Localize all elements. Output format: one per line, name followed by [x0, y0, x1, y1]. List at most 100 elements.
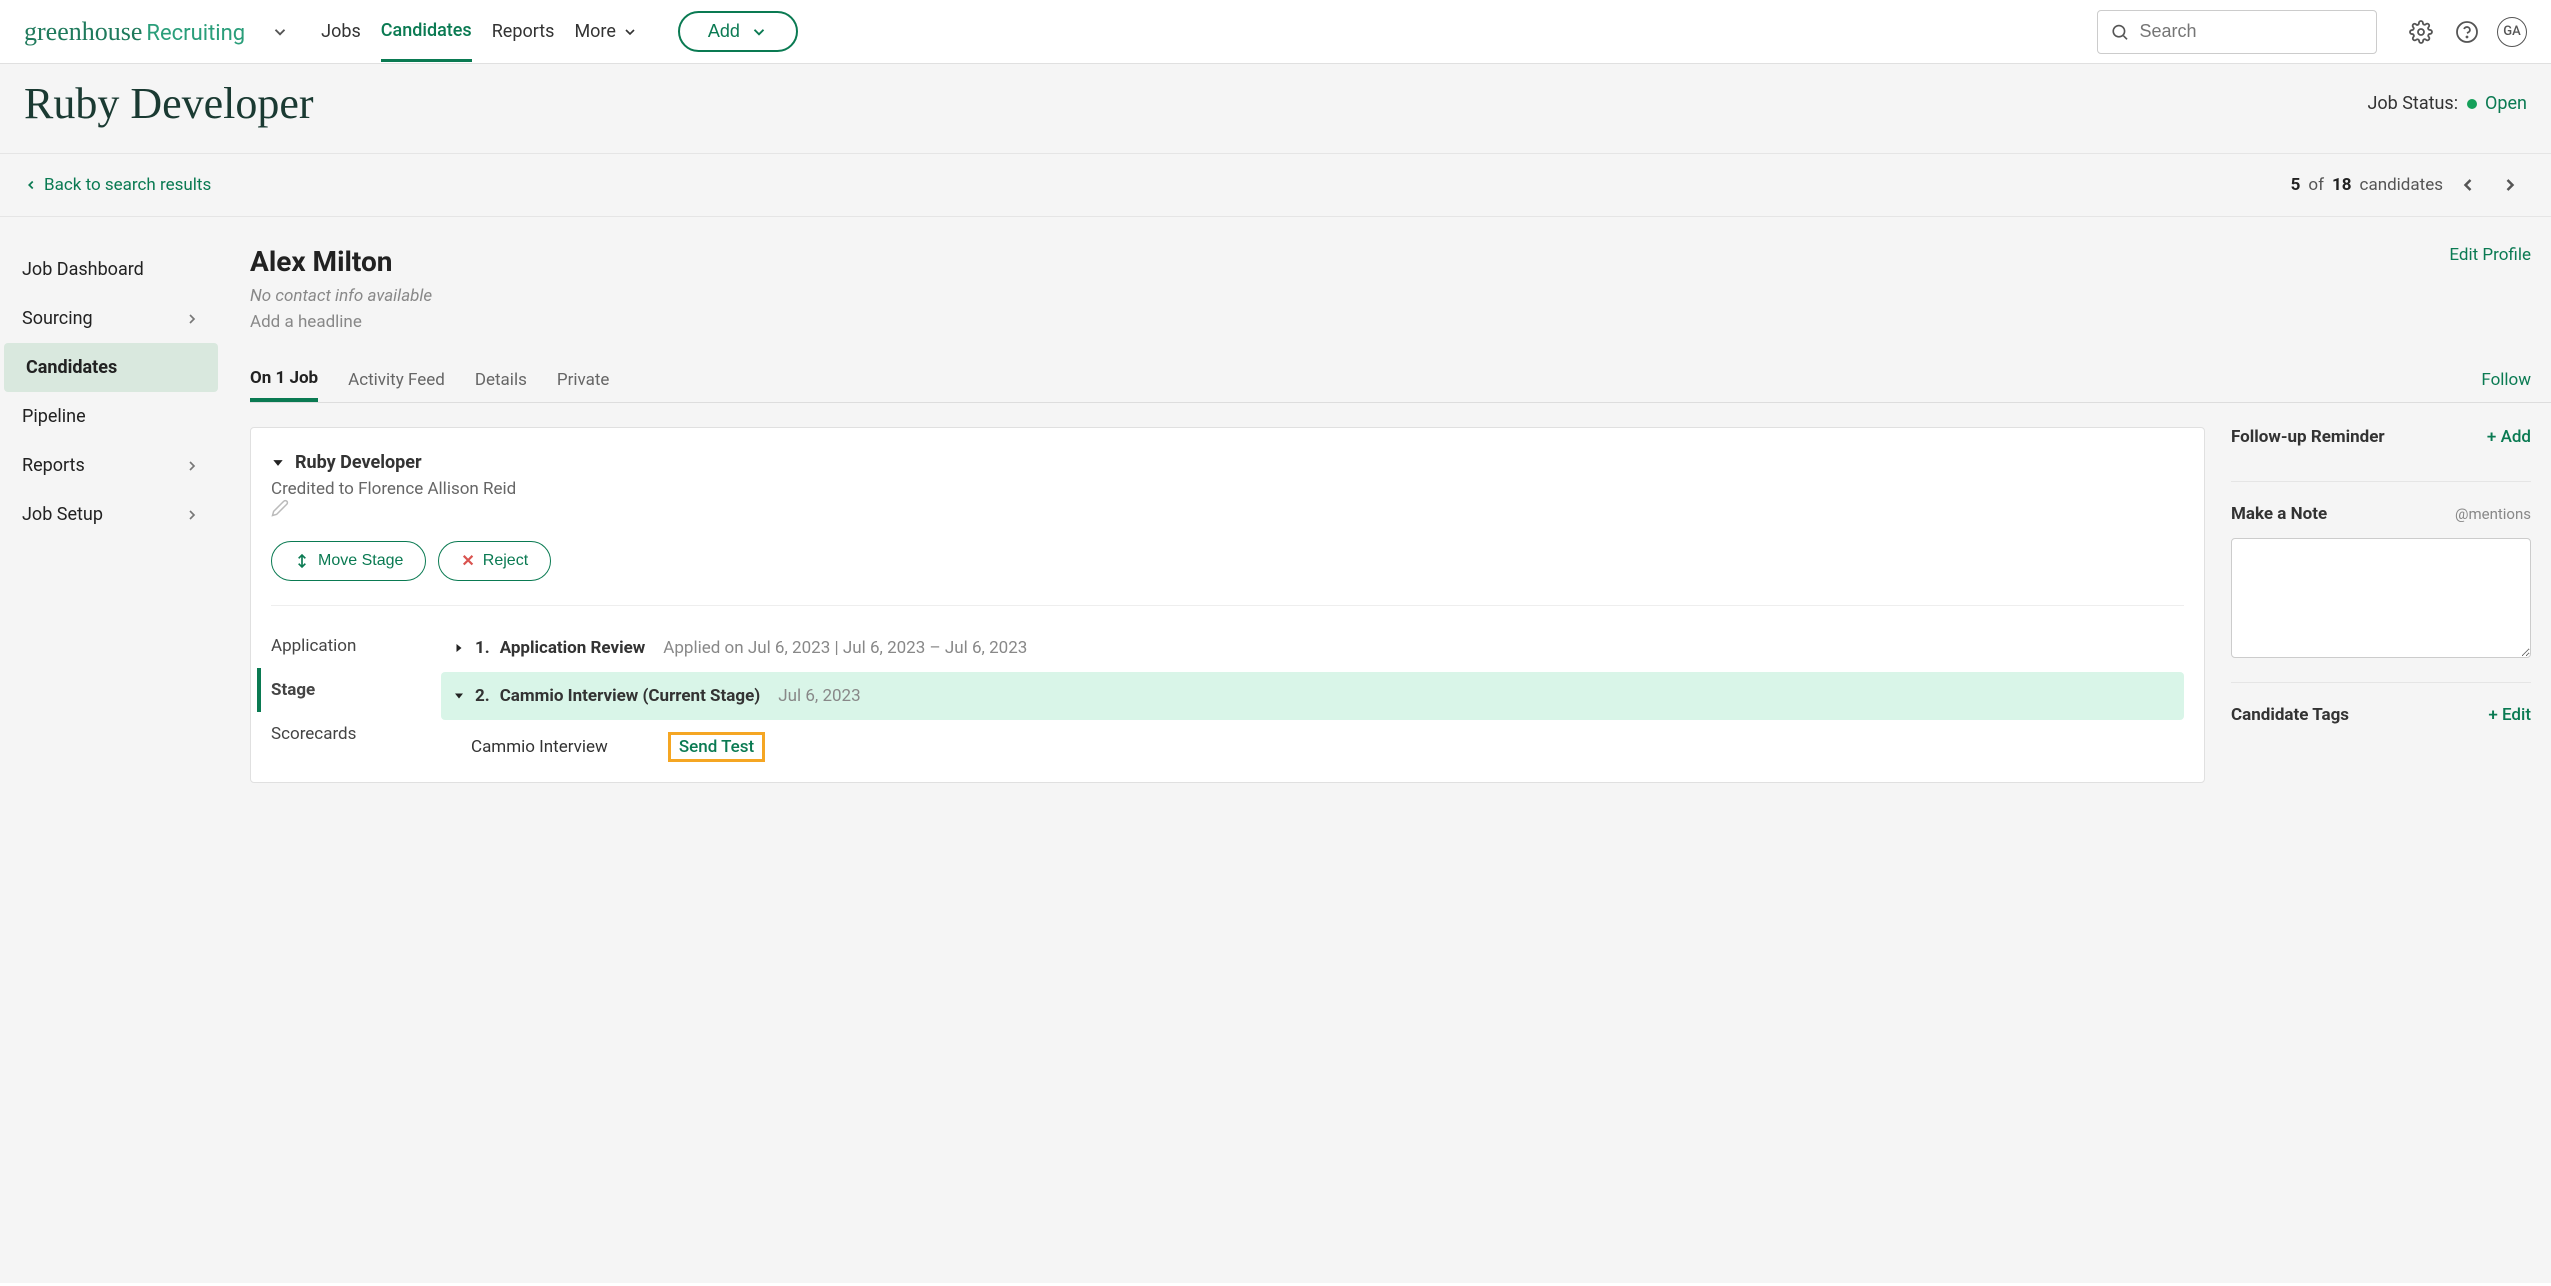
job-card-header[interactable]: Ruby Developer — [271, 452, 2184, 473]
stage-nav: Application Stage Scorecards — [271, 624, 421, 762]
page-header: Ruby Developer Job Status: Open — [0, 64, 2551, 154]
stage-nav-stage[interactable]: Stage — [257, 668, 421, 712]
logo[interactable]: greenhouse Recruiting — [24, 17, 245, 47]
job-status-label: Job Status: — [2367, 93, 2458, 114]
follow-link[interactable]: Follow — [2481, 370, 2531, 390]
tab-activity-feed[interactable]: Activity Feed — [348, 360, 445, 400]
columns: Ruby Developer Credited to Florence Alli… — [250, 427, 2551, 783]
add-button[interactable]: Add — [678, 11, 798, 52]
stage-dates: Applied on Jul 6, 2023 | Jul 6, 2023 – J… — [663, 638, 1027, 658]
page-title: Ruby Developer — [24, 78, 314, 129]
job-card-name: Ruby Developer — [295, 452, 422, 473]
nav-reports[interactable]: Reports — [492, 3, 555, 60]
chevron-down-icon — [750, 23, 768, 41]
pager-prev[interactable] — [2451, 168, 2485, 202]
edit-profile-link[interactable]: Edit Profile — [2449, 245, 2531, 265]
sidebar-item-candidates[interactable]: Candidates — [4, 343, 218, 392]
sidebar-item-reports[interactable]: Reports — [0, 441, 222, 490]
chevron-right-icon — [184, 458, 200, 474]
note-section: Make a Note @mentions — [2231, 504, 2531, 683]
chevron-left-icon — [24, 178, 38, 192]
chevron-right-icon — [184, 507, 200, 523]
mentions-link[interactable]: @mentions — [2455, 505, 2531, 523]
reject-label: Reject — [483, 552, 528, 570]
credited-name: Florence Allison Reid — [358, 479, 516, 499]
sidebar-item-label: Job Dashboard — [22, 259, 144, 280]
send-test-highlight: Send Test — [668, 732, 765, 762]
stage-row-cammio-interview[interactable]: 2. Cammio Interview (Current Stage) Jul … — [441, 672, 2184, 720]
back-link-label: Back to search results — [44, 175, 211, 195]
sidebar-item-label: Sourcing — [22, 308, 93, 329]
followup-title: Follow-up Reminder — [2231, 427, 2385, 447]
main-area: Alex Milton No contact info available Ad… — [222, 217, 2551, 1283]
tags-edit-link[interactable]: + Edit — [2488, 705, 2531, 725]
pager-next[interactable] — [2493, 168, 2527, 202]
right-column: Follow-up Reminder + Add Make a Note @me… — [2231, 427, 2531, 783]
search-input[interactable] — [2139, 21, 2364, 42]
status-dot-icon — [2467, 99, 2477, 109]
tab-on-job[interactable]: On 1 Job — [250, 358, 318, 402]
tags-section: Candidate Tags + Edit — [2231, 705, 2531, 759]
nav-more[interactable]: More — [574, 3, 637, 60]
sidebar-item-label: Pipeline — [22, 406, 86, 427]
search-icon — [2110, 21, 2129, 43]
stage-row-application-review[interactable]: 1. Application Review Applied on Jul 6, … — [441, 624, 2184, 672]
back-bar: Back to search results 5 of 18 candidate… — [0, 154, 2551, 217]
tab-private[interactable]: Private — [557, 360, 610, 400]
chevron-left-icon — [2458, 175, 2478, 195]
edit-credited-button[interactable] — [271, 499, 2184, 517]
caret-down-icon — [453, 690, 465, 702]
add-headline-link[interactable]: Add a headline — [250, 312, 432, 332]
top-icons: GA — [2405, 16, 2527, 48]
credited-prefix: Credited to — [271, 479, 358, 499]
stage-nav-application[interactable]: Application — [271, 624, 421, 668]
chevron-right-icon — [184, 311, 200, 327]
substage-title: Cammio Interview — [471, 737, 608, 757]
move-stage-icon — [294, 553, 310, 569]
stage-num: 2. — [475, 686, 490, 706]
candidate-name: Alex Milton — [250, 245, 432, 278]
logo-brand: greenhouse — [24, 17, 142, 47]
substage-row: Cammio Interview Send Test — [441, 720, 2184, 762]
back-to-search-link[interactable]: Back to search results — [24, 175, 211, 195]
nav-candidates[interactable]: Candidates — [381, 2, 472, 62]
move-stage-button[interactable]: Move Stage — [271, 541, 426, 581]
credited-to: Credited to Florence Allison Reid — [271, 479, 2184, 517]
followup-section: Follow-up Reminder + Add — [2231, 427, 2531, 482]
help-button[interactable] — [2451, 16, 2483, 48]
pager-total: 18 — [2332, 175, 2352, 195]
user-avatar[interactable]: GA — [2497, 17, 2527, 47]
sidebar-item-label: Candidates — [26, 357, 117, 378]
reject-button[interactable]: ✕ Reject — [438, 541, 551, 581]
chevron-down-icon — [622, 24, 638, 40]
settings-button[interactable] — [2405, 16, 2437, 48]
nav-more-label: More — [574, 21, 615, 42]
caret-down-icon — [271, 456, 285, 470]
sidebar-item-job-setup[interactable]: Job Setup — [0, 490, 222, 539]
pencil-icon — [271, 499, 289, 517]
job-card: Ruby Developer Credited to Florence Alli… — [250, 427, 2205, 783]
stage-title: Cammio Interview (Current Stage) — [500, 686, 761, 706]
sidebar-item-job-dashboard[interactable]: Job Dashboard — [0, 245, 222, 294]
sidebar-item-pipeline[interactable]: Pipeline — [0, 392, 222, 441]
chevron-down-icon — [271, 23, 289, 41]
sidebar: Job Dashboard Sourcing Candidates Pipeli… — [0, 217, 222, 1283]
workspace-switcher[interactable] — [271, 23, 289, 41]
tab-details[interactable]: Details — [475, 360, 527, 400]
stage-nav-scorecards[interactable]: Scorecards — [271, 712, 421, 756]
stage-layout: Application Stage Scorecards 1. Applicat… — [271, 624, 2184, 762]
followup-add-link[interactable]: + Add — [2487, 427, 2531, 447]
move-stage-label: Move Stage — [318, 552, 403, 570]
nav-jobs[interactable]: Jobs — [321, 3, 361, 60]
sidebar-item-sourcing[interactable]: Sourcing — [0, 294, 222, 343]
candidate-tabs: On 1 Job Activity Feed Details Private F… — [250, 358, 2551, 403]
logo-product: Recruiting — [146, 21, 245, 46]
search-box[interactable] — [2097, 10, 2377, 54]
note-input[interactable] — [2231, 538, 2531, 658]
stage-num: 1. — [475, 638, 490, 658]
content: Job Dashboard Sourcing Candidates Pipeli… — [0, 217, 2551, 1283]
close-icon: ✕ — [461, 551, 474, 571]
send-test-link[interactable]: Send Test — [679, 737, 754, 757]
caret-right-icon — [453, 642, 465, 654]
pager-of: of — [2308, 175, 2324, 195]
